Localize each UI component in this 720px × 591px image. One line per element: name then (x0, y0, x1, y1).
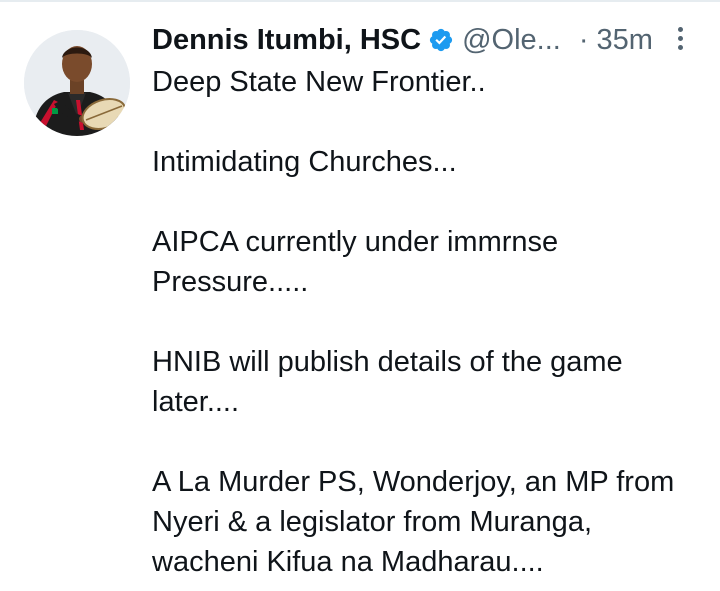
tweet-text: Deep State New Frontier.. Intimidating C… (152, 66, 675, 578)
separator-dot: · (578, 23, 589, 56)
avatar-image (24, 30, 130, 136)
top-divider (0, 0, 720, 2)
author-handle[interactable]: @Ole... (462, 24, 561, 57)
more-options-button[interactable] (666, 24, 694, 56)
verified-badge-icon (429, 28, 453, 52)
tweet-time[interactable]: 35m (597, 24, 653, 57)
more-vertical-icon (677, 27, 683, 32)
author-name[interactable]: Dennis Itumbi, HSC (152, 24, 421, 57)
avatar[interactable] (24, 30, 130, 136)
tweet-header: Dennis Itumbi, HSC @Ole... · 35m (152, 22, 712, 58)
